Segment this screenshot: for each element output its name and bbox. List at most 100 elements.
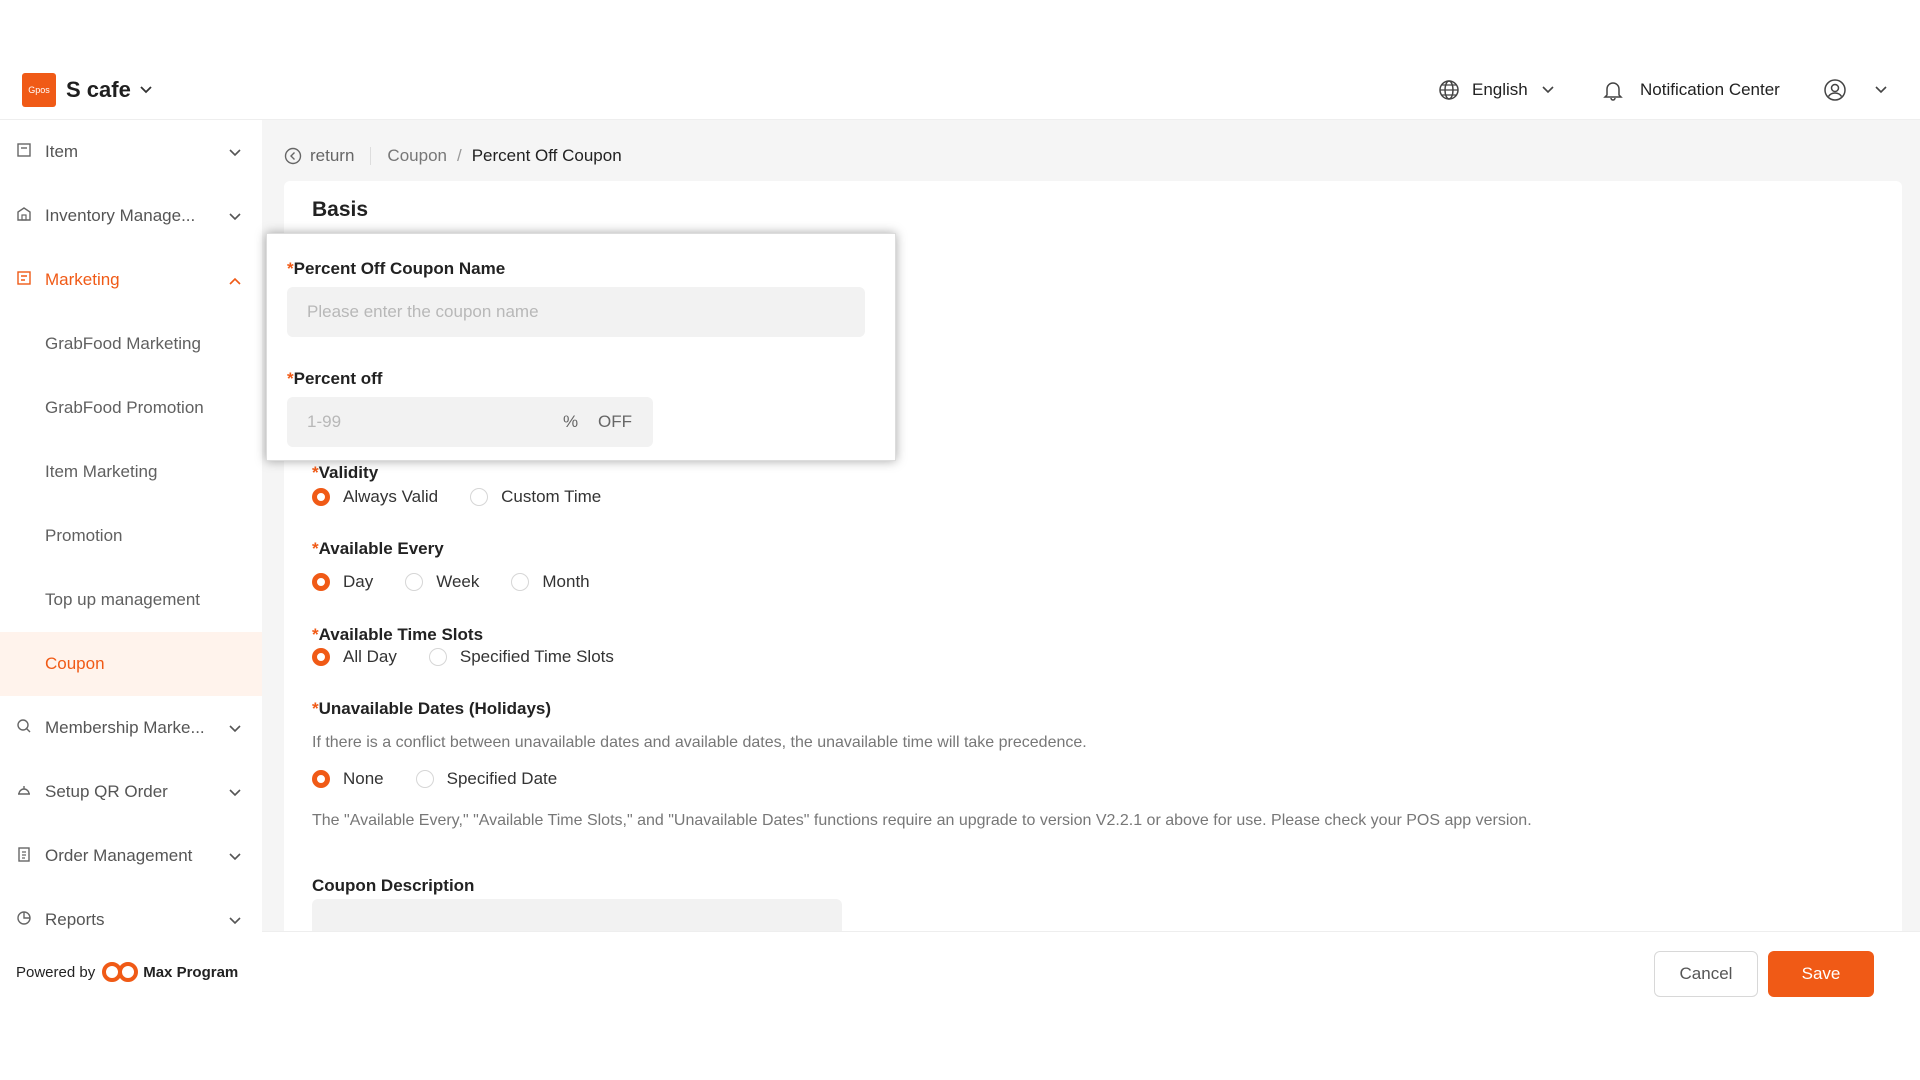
validity-always-valid[interactable]: Always Valid (312, 487, 438, 507)
sidebar-item-membership[interactable]: Membership Marke... (0, 696, 262, 760)
powered-by: Powered by Max Program (16, 961, 238, 983)
sidebar-item-label: Order Management (45, 846, 193, 865)
sidebar-item-label: Promotion (45, 526, 123, 545)
save-button[interactable]: Save (1768, 951, 1874, 997)
validity-radio-group: Always Valid Custom Time (312, 487, 633, 507)
chevron-down-icon (229, 213, 241, 221)
breadcrumb-coupon[interactable]: Coupon (387, 146, 447, 166)
option-label: All Day (343, 647, 397, 666)
chevron-down-icon (229, 149, 241, 157)
language-label: English (1472, 80, 1528, 99)
bell-icon (1603, 82, 1623, 101)
max-program-logo-icon (102, 962, 139, 982)
required-mark: * (287, 369, 294, 388)
sidebar-item-promotion[interactable]: Promotion (0, 504, 262, 568)
available-every-text: Available Every (318, 539, 444, 558)
sidebar-item-item-marketing[interactable]: Item Marketing (0, 440, 262, 504)
time-slots-radio-group: All Day Specified Time Slots (312, 647, 646, 667)
sidebar-item-label: Item Marketing (45, 462, 158, 481)
top-header: Gpos S cafe English Notification Center (0, 53, 1920, 120)
cancel-button[interactable]: Cancel (1654, 951, 1758, 997)
radio-unchecked[interactable] (470, 488, 489, 506)
section-title: Basis (312, 198, 369, 221)
option-label: Custom Time (501, 487, 602, 506)
available-every-week[interactable]: Week (405, 572, 479, 592)
membership-icon (17, 719, 31, 733)
radio-unchecked[interactable] (415, 770, 434, 788)
notification-center[interactable]: Notification Center (1602, 73, 1780, 107)
available-every-day[interactable]: Day (312, 572, 373, 592)
required-mark: * (312, 539, 319, 558)
sidebar-item-label: GrabFood Promotion (45, 398, 204, 417)
version-note: The "Available Every," "Available Time S… (312, 812, 1532, 829)
available-every-month[interactable]: Month (511, 572, 590, 592)
sidebar-item-grabfood-promotion[interactable]: GrabFood Promotion (0, 376, 262, 440)
sidebar-item-label: Membership Marke... (45, 718, 205, 737)
clipboard-icon (18, 847, 30, 862)
time-slots-specified[interactable]: Specified Time Slots (428, 647, 614, 667)
brand-name: Max Program (143, 963, 239, 981)
coupon-name-placeholder: Please enter the coupon name (307, 302, 539, 321)
sidebar-item-label: Marketing (45, 270, 120, 289)
return-link[interactable]: return (284, 146, 354, 166)
chevron-down-icon (1542, 86, 1554, 94)
radio-checked[interactable] (312, 573, 330, 591)
validity-label: *Validity (312, 463, 378, 483)
powered-by-label: Powered by (16, 963, 96, 981)
sidebar-item-reports[interactable]: Reports (0, 888, 262, 952)
validity-label-text: Validity (318, 463, 379, 482)
sidebar-item-inventory[interactable]: Inventory Manage... (0, 184, 262, 248)
chevron-down-icon (229, 725, 241, 733)
divider (370, 147, 372, 165)
store-name[interactable]: S cafe (66, 73, 131, 107)
app-logo: Gpos (22, 73, 56, 107)
sidebar-item-label: Coupon (45, 654, 105, 673)
language-selector[interactable]: English (1438, 73, 1556, 107)
unavailable-dates-hint: If there is a conflict between unavailab… (312, 734, 1087, 751)
sidebar-item-marketing[interactable]: Marketing (0, 248, 262, 312)
percent-off-label: *Percent off (287, 369, 382, 389)
sidebar-item-order-management[interactable]: Order Management (0, 824, 262, 888)
radio-unchecked[interactable] (405, 573, 424, 591)
option-label: Specified Date (446, 769, 558, 788)
sidebar-item-item[interactable]: Item (0, 120, 262, 184)
return-label: return (310, 146, 355, 165)
sidebar-item-qr-order[interactable]: Setup QR Order (0, 760, 262, 824)
available-every-label: *Available Every (312, 539, 444, 559)
user-menu[interactable] (1823, 73, 1889, 107)
unavailable-none[interactable]: None (312, 769, 384, 789)
time-slots-all-day[interactable]: All Day (312, 647, 397, 667)
back-circle-icon (284, 147, 302, 165)
breadcrumb-current: Percent Off Coupon (471, 146, 622, 165)
app-window: Gpos S cafe English Notification Center … (0, 53, 1920, 1015)
coupon-name-label: *Percent Off Coupon Name (287, 259, 505, 279)
option-label: Week (436, 572, 480, 591)
coupon-name-input[interactable]: Please enter the coupon name (287, 287, 865, 337)
percent-symbol: % (563, 412, 579, 431)
sidebar-item-top-up[interactable]: Top up management (0, 568, 262, 632)
sidebar-item-coupon[interactable]: Coupon (0, 632, 262, 696)
time-slots-text: Available Time Slots (318, 625, 484, 644)
unavailable-dates-radio-group: None Specified Date (312, 769, 589, 789)
required-mark: * (312, 699, 319, 718)
user-avatar-icon (1824, 79, 1846, 101)
highlighted-fields-panel: *Percent Off Coupon Name Please enter th… (266, 233, 896, 461)
radio-checked[interactable] (312, 648, 330, 666)
radio-checked[interactable] (312, 770, 330, 788)
radio-checked[interactable] (312, 488, 330, 506)
percent-off-text: Percent off (293, 369, 383, 388)
coupon-description-label: Coupon Description (312, 876, 475, 895)
sidebar-item-grabfood-marketing[interactable]: GrabFood Marketing (0, 312, 262, 376)
sidebar-item-label: GrabFood Marketing (45, 334, 201, 353)
chevron-down-icon (229, 789, 241, 797)
available-every-radio-group: Day Week Month (312, 572, 622, 592)
radio-unchecked[interactable] (511, 573, 530, 591)
sidebar-item-label: Reports (45, 910, 105, 929)
validity-custom-time[interactable]: Custom Time (470, 487, 601, 507)
unavailable-specified-date[interactable]: Specified Date (415, 769, 558, 789)
radio-unchecked[interactable] (428, 648, 447, 666)
chevron-down-icon (229, 917, 241, 925)
percent-off-input[interactable]: 1-99 % OFF (287, 397, 653, 447)
pie-chart-icon (17, 911, 31, 925)
chevron-down-icon[interactable] (138, 82, 154, 98)
